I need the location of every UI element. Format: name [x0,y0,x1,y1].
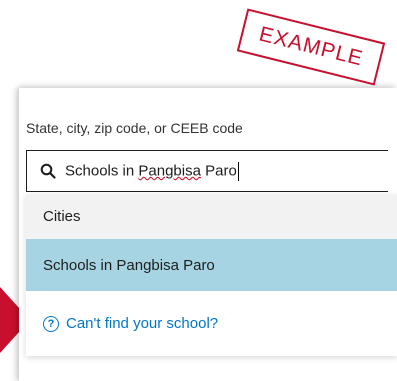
cant-find-school-label: Can't find your school? [66,315,219,332]
search-value-prefix: Schools in [65,161,139,179]
search-suggestions-dropdown: Cities Schools in Pangbisa Paro ? Can't … [26,194,397,356]
search-value-misspelled-word: Pangbisa [138,161,201,179]
example-stamp-label: EXAMPLE [256,22,366,71]
search-field-label: State, city, zip code, or CEEB code [26,120,243,136]
dropdown-group-cities: Cities [26,194,397,239]
school-search-panel: State, city, zip code, or CEEB code Scho… [19,88,397,381]
dropdown-group-cities-label: Cities [43,208,81,225]
example-stamp: EXAMPLE [236,8,386,86]
search-input[interactable]: Schools in Pangbisa Paro [26,150,388,192]
dropdown-option-school[interactable]: Schools in Pangbisa Paro [26,239,397,291]
screenshot-canvas: EXAMPLE State, city, zip code, or CEEB c… [0,0,397,381]
search-input-value: Schools in Pangbisa Paro [65,161,239,181]
text-cursor [237,161,239,181]
search-icon [37,160,59,182]
cant-find-school-link[interactable]: ? Can't find your school? [26,291,397,356]
question-circle-icon: ? [43,315,59,332]
dropdown-option-school-label: Schools in Pangbisa Paro [43,256,215,274]
search-value-suffix: Paro [200,161,237,179]
